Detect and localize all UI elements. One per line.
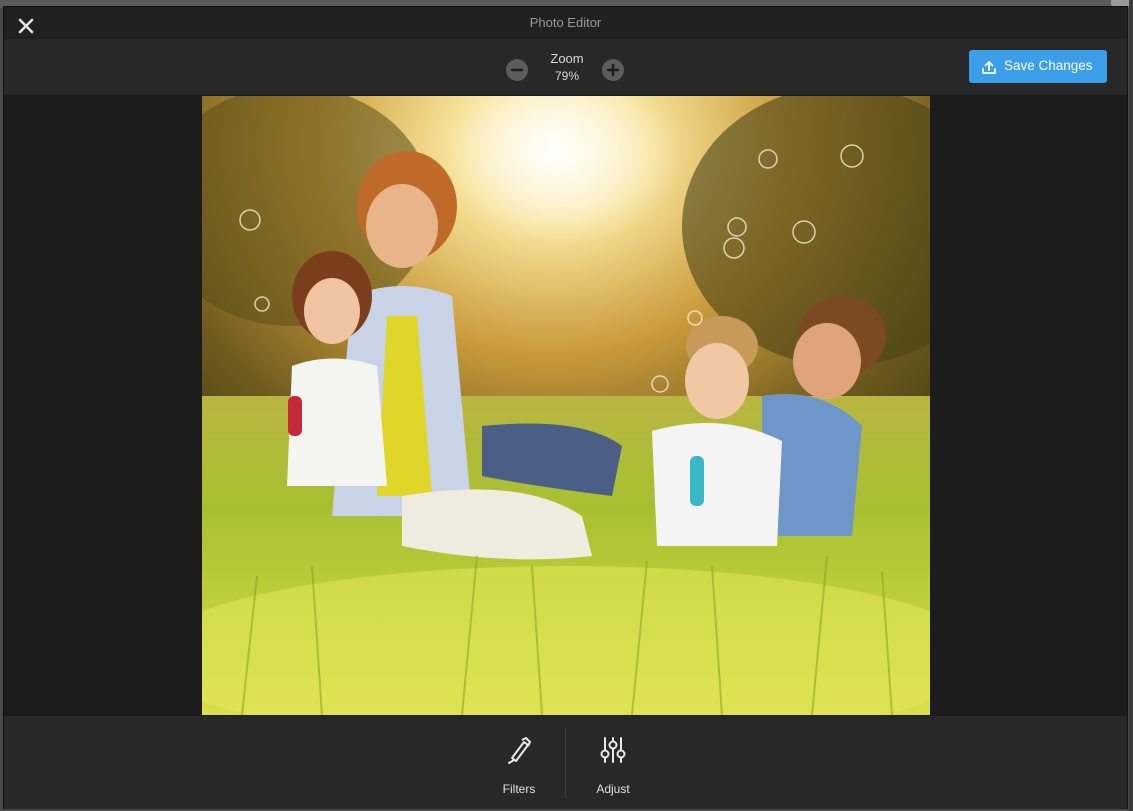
filters-tool-button[interactable]: Filters bbox=[474, 726, 564, 801]
window-title: Photo Editor bbox=[529, 15, 602, 30]
zoom-label: Zoom bbox=[550, 51, 584, 66]
zoom-value: 79% bbox=[554, 69, 580, 83]
canvas-area bbox=[4, 96, 1127, 715]
plus-circle-icon bbox=[606, 63, 620, 77]
adjust-tool-button[interactable]: Adjust bbox=[568, 726, 658, 801]
backdrop-edge bbox=[1129, 0, 1133, 811]
minus-circle-icon bbox=[510, 68, 524, 72]
save-changes-label: Save Changes bbox=[1004, 58, 1093, 73]
adjust-label: Adjust bbox=[596, 782, 630, 796]
sliders-icon bbox=[600, 737, 626, 763]
zoom-in-button[interactable] bbox=[602, 59, 624, 81]
tool-divider bbox=[565, 728, 566, 798]
filters-label: Filters bbox=[502, 782, 536, 796]
close-icon bbox=[18, 18, 34, 34]
brush-icon bbox=[508, 737, 531, 764]
photo-editor-modal: Photo Editor Zoom 79% Save Changes Filte… bbox=[3, 6, 1128, 809]
zoom-control: Zoom 79% bbox=[506, 49, 628, 89]
photo-image bbox=[202, 96, 930, 715]
bottom-toolbar: Filters Adjust bbox=[4, 715, 1127, 809]
zoom-out-button[interactable] bbox=[506, 59, 528, 81]
photo-canvas[interactable] bbox=[202, 96, 930, 715]
close-button[interactable] bbox=[16, 16, 36, 36]
upload-icon bbox=[982, 61, 996, 74]
save-changes-button[interactable]: Save Changes bbox=[969, 50, 1107, 83]
top-toolbar: Zoom 79% Save Changes bbox=[4, 39, 1127, 96]
title-bar: Photo Editor bbox=[4, 7, 1127, 39]
